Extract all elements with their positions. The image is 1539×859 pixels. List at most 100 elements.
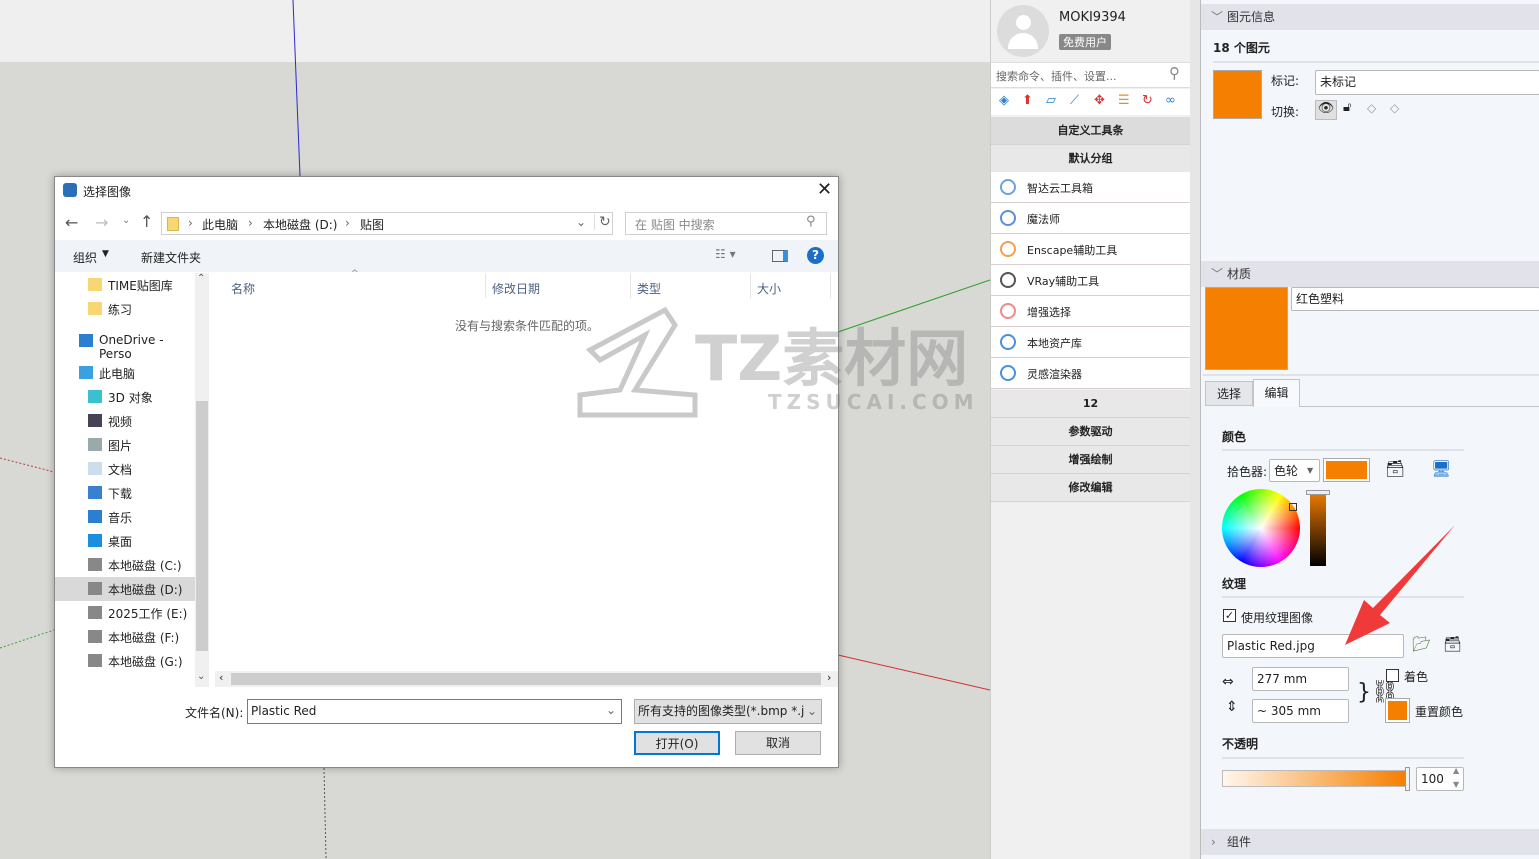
- column-name[interactable]: 名称: [231, 280, 255, 297]
- view-options-icon[interactable]: ☷ ▾: [715, 247, 736, 261]
- up-icon[interactable]: ↑: [140, 212, 153, 231]
- horizontal-scrollbar[interactable]: ‹ ›: [215, 671, 838, 687]
- nav-item[interactable]: 本地磁盘 (F:): [55, 625, 195, 649]
- watermark-emblem: [577, 306, 698, 418]
- column-date[interactable]: 修改日期: [492, 280, 540, 297]
- nav-item[interactable]: 文档: [55, 457, 195, 481]
- panel-splitter[interactable]: [1190, 0, 1200, 859]
- nav-item[interactable]: 视频: [55, 409, 195, 433]
- column-size[interactable]: 大小: [757, 280, 781, 297]
- plugin-item[interactable]: VRay辅助工具: [991, 265, 1190, 296]
- command-search-input[interactable]: 搜索命令、插件、设置... ⚲: [991, 62, 1190, 88]
- nav-item[interactable]: 本地磁盘 (D:): [55, 577, 195, 601]
- plugin-item[interactable]: 增强选择: [991, 296, 1190, 327]
- reset-color-swatch[interactable]: [1385, 698, 1410, 723]
- breadcrumb-item[interactable]: 贴图: [360, 216, 384, 233]
- nav-scrollbar[interactable]: ⌃ ⌄: [195, 273, 209, 687]
- arc-icon[interactable]: ⟋: [1070, 93, 1079, 108]
- follow-me-icon[interactable]: ∞: [1165, 93, 1176, 108]
- lock-icon[interactable]: 🔓︎: [1343, 100, 1351, 115]
- plugin-item-label: 灵感渲染器: [1027, 368, 1082, 381]
- reset-color-label[interactable]: 重置颜色: [1415, 703, 1463, 720]
- screen-pick-icon[interactable]: 🖥︎: [1431, 459, 1451, 478]
- nav-item[interactable]: 此电脑: [55, 361, 195, 385]
- material-preview-swatch[interactable]: [1205, 287, 1288, 370]
- breadcrumb-item[interactable]: 此电脑: [202, 216, 238, 233]
- plugin-group-header[interactable]: 增强绘制: [991, 446, 1190, 474]
- nav-item[interactable]: 本地磁盘 (C:): [55, 553, 195, 577]
- preview-pane-icon[interactable]: [772, 250, 788, 262]
- cloud-icon: [79, 334, 93, 347]
- address-dropdown-icon[interactable]: ⌄: [576, 215, 586, 229]
- entity-material-swatch[interactable]: [1213, 70, 1262, 119]
- nav-item[interactable]: TIME贴图库: [55, 273, 195, 297]
- new-folder-button[interactable]: 新建文件夹: [141, 249, 201, 266]
- plugin-group-header[interactable]: 参数驱动: [991, 418, 1190, 446]
- entity-info-header[interactable]: ﹀ 图元信息: [1201, 4, 1539, 30]
- offset-icon[interactable]: ☰: [1118, 93, 1130, 108]
- back-icon[interactable]: ←: [65, 213, 78, 232]
- refresh-icon[interactable]: ↻: [594, 214, 611, 230]
- opacity-slider[interactable]: [1222, 767, 1410, 791]
- nav-item[interactable]: 本地磁盘 (G:): [55, 649, 195, 673]
- color-wheel[interactable]: [1222, 489, 1300, 567]
- custom-toolbar-header[interactable]: 自定义工具条: [991, 117, 1190, 145]
- brightness-slider[interactable]: [1306, 490, 1330, 566]
- avatar[interactable]: [997, 5, 1049, 57]
- open-button[interactable]: 打开(O): [634, 731, 720, 755]
- plugin-item[interactable]: 智达云工具箱: [991, 172, 1190, 203]
- help-icon[interactable]: ?: [807, 247, 824, 264]
- texture-width-input[interactable]: 277 mm: [1252, 667, 1349, 691]
- sample-paint-icon[interactable]: 🗃︎: [1385, 459, 1405, 478]
- column-type[interactable]: 类型: [637, 280, 661, 297]
- move-icon[interactable]: ✥: [1094, 93, 1105, 108]
- filename-input[interactable]: Plastic Red ⌄: [247, 699, 622, 724]
- visibility-eye-icon[interactable]: 👁: [1315, 100, 1337, 120]
- forward-icon[interactable]: →: [95, 213, 108, 232]
- paint-tool-icon[interactable]: ◈: [999, 93, 1009, 108]
- nav-item[interactable]: 练习: [55, 297, 195, 321]
- cancel-button[interactable]: 取消: [735, 731, 821, 755]
- nav-item[interactable]: 图片: [55, 433, 195, 457]
- close-icon[interactable]: ✕: [817, 179, 832, 200]
- breadcrumb-item[interactable]: 本地磁盘 (D:): [263, 216, 337, 233]
- material-name-input[interactable]: 红色塑料: [1291, 287, 1539, 311]
- material-header[interactable]: ﹀ 材质: [1201, 261, 1539, 287]
- cast-shadows-icon[interactable]: ◇: [1390, 101, 1399, 115]
- plugin-item[interactable]: 魔法师: [991, 203, 1190, 234]
- nav-item[interactable]: 桌面: [55, 529, 195, 553]
- receive-shadows-icon[interactable]: ◇: [1367, 101, 1376, 115]
- tag-select[interactable]: 未标记: [1315, 70, 1539, 95]
- current-color-swatch[interactable]: [1323, 458, 1370, 482]
- address-bar[interactable]: › 此电脑 › 本地磁盘 (D:) › 贴图 ⌄ ↻: [161, 212, 613, 235]
- plugin-item-label: 魔法师: [1027, 213, 1060, 226]
- nav-item[interactable]: 3D 对象: [55, 385, 195, 409]
- nav-item[interactable]: OneDrive - Perso: [55, 329, 195, 361]
- texture-height-input[interactable]: ~ 305 mm: [1252, 699, 1349, 723]
- plugin-group-header[interactable]: 修改编辑: [991, 474, 1190, 502]
- search-input[interactable]: 在 贴图 中搜索 ⚲: [625, 212, 827, 235]
- recent-chevron-icon[interactable]: ⌄: [122, 215, 130, 226]
- default-group-header[interactable]: 默认分组: [991, 145, 1190, 173]
- picker-select[interactable]: 色轮 ▼: [1269, 459, 1320, 482]
- rectangle-icon[interactable]: ▱: [1046, 93, 1056, 108]
- use-texture-checkbox[interactable]: ✓: [1223, 609, 1236, 622]
- plugin-item[interactable]: 本地资产库: [991, 327, 1190, 358]
- push-pull-icon[interactable]: ⬆: [1022, 93, 1033, 108]
- rotate-icon[interactable]: ↻: [1142, 93, 1153, 108]
- nav-item[interactable]: 下载: [55, 481, 195, 505]
- organize-button[interactable]: 组织: [73, 249, 97, 266]
- tab-edit[interactable]: 编辑: [1253, 379, 1300, 407]
- plugin-group-header[interactable]: 12: [991, 390, 1190, 418]
- colorize-checkbox[interactable]: [1386, 669, 1399, 682]
- tab-select[interactable]: 选择: [1205, 381, 1253, 406]
- plugin-item[interactable]: 灵感渲染器: [991, 358, 1190, 389]
- nav-item[interactable]: 音乐: [55, 505, 195, 529]
- opacity-input[interactable]: 100 ▲ ▼: [1416, 766, 1464, 791]
- filetype-select[interactable]: 所有支持的图像类型(*.bmp *.j ⌄: [634, 699, 822, 724]
- plugin-item[interactable]: Enscape辅助工具: [991, 234, 1190, 265]
- nav-item-label: 本地磁盘 (C:): [108, 559, 182, 573]
- toggle-label: 切换:: [1271, 105, 1300, 119]
- components-header[interactable]: › 组件: [1201, 829, 1539, 855]
- nav-item[interactable]: 2025工作 (E:): [55, 601, 195, 625]
